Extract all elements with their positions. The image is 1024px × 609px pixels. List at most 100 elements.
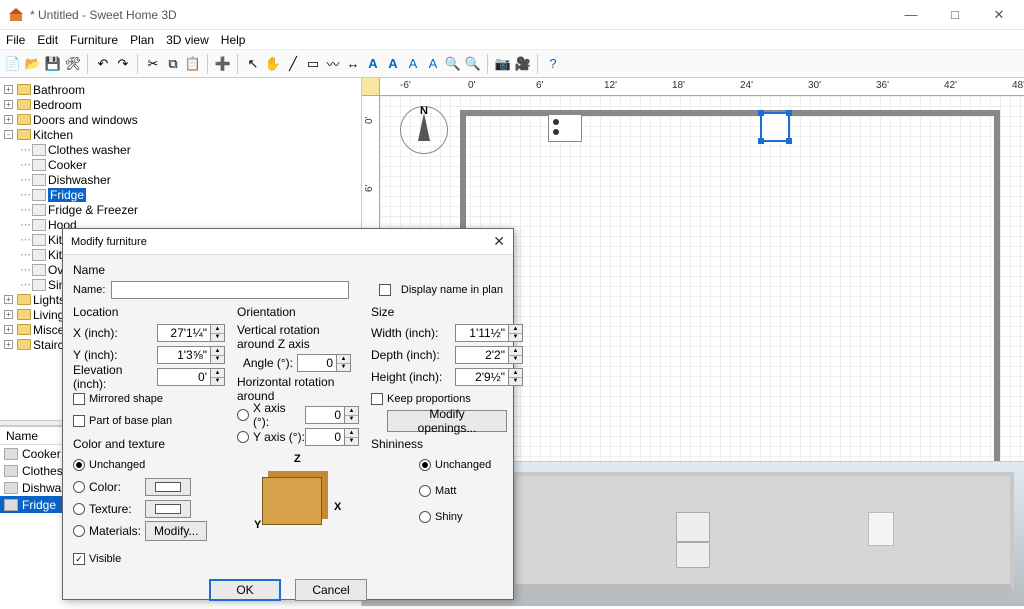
copy-icon[interactable]: ⧉ [164,55,182,73]
text-size-icon[interactable]: A [404,55,422,73]
video-icon[interactable]: 🎥 [514,55,532,73]
catalog-item-clothes-washer[interactable]: ⋯Clothes washer [2,142,359,157]
menu-help[interactable]: Help [221,33,246,47]
y-spinner[interactable]: ▲▼ [211,346,225,364]
cut-icon[interactable]: ✂ [144,55,162,73]
save-icon[interactable]: 💾 [44,55,62,73]
menu-3dview[interactable]: 3D view [166,33,209,47]
depth-input[interactable] [455,346,509,364]
xaxis-radio[interactable] [237,409,249,421]
new-icon[interactable]: 📄 [4,55,22,73]
angle-label: Angle (°): [237,356,297,370]
ok-button[interactable]: OK [209,579,281,601]
width-input[interactable] [455,324,509,342]
texture-label: Texture: [89,502,145,516]
visible-checkbox[interactable]: ✓ [73,553,85,565]
yaxis-radio[interactable] [237,431,249,443]
catalog-item-fridge-freezer[interactable]: ⋯Fridge & Freezer [2,202,359,217]
placed-cooker[interactable] [548,114,582,142]
materials-radio[interactable] [73,525,85,537]
width-spinner[interactable]: ▲▼ [509,324,523,342]
menu-plan[interactable]: Plan [130,33,154,47]
x-spinner[interactable]: ▲▼ [211,324,225,342]
wall-tool-icon[interactable]: ╱ [284,55,302,73]
paste-icon[interactable]: 📋 [184,55,202,73]
xaxis-input[interactable] [305,406,345,424]
yaxis-spinner[interactable]: ▲▼ [345,428,359,446]
catalog-item-dishwasher[interactable]: ⋯Dishwasher [2,172,359,187]
text-bold-icon[interactable]: A [384,55,402,73]
close-button[interactable]: ✕ [986,5,1012,25]
category-bedroom[interactable]: +Bedroom [2,97,359,112]
maximize-button[interactable]: □ [942,5,968,25]
select-tool-icon[interactable]: ↖ [244,55,262,73]
photo-icon[interactable]: 📷 [494,55,512,73]
3d-cooker [676,512,710,542]
baseplan-checkbox[interactable] [73,415,85,427]
toolbar: 📄 📂 💾 🛠 ↶ ↷ ✂ ⧉ 📋 ➕ ↖ ✋ ╱ ▭ 〰 ↔ A A A A … [0,50,1024,78]
text-tool-icon[interactable]: A [364,55,382,73]
depth-spinner[interactable]: ▲▼ [509,346,523,364]
room-tool-icon[interactable]: ▭ [304,55,322,73]
dialog-close-icon[interactable]: ✕ [493,233,505,250]
menu-file[interactable]: File [6,33,25,47]
xaxis-label: X axis (°): [253,401,305,429]
dimension-tool-icon[interactable]: ↔ [344,55,362,73]
keep-proportions-checkbox[interactable] [371,393,383,405]
angle-input[interactable] [297,354,337,372]
elevation-spinner[interactable]: ▲▼ [211,368,225,386]
help-icon[interactable]: ? [544,55,562,73]
catalog-item-cooker[interactable]: ⋯Cooker [2,157,359,172]
zoom-out-icon[interactable]: 🔍 [464,55,482,73]
color-radio[interactable] [73,481,85,493]
menu-edit[interactable]: Edit [37,33,58,47]
menu-bar: File Edit Furniture Plan 3D view Help [0,30,1024,50]
menu-furniture[interactable]: Furniture [70,33,118,47]
selected-fridge[interactable] [760,112,790,142]
x-input[interactable] [157,324,211,342]
preferences-icon[interactable]: 🛠 [64,55,82,73]
height-spinner[interactable]: ▲▼ [509,368,523,386]
dialog-titlebar[interactable]: Modify furniture ✕ [63,229,513,255]
materials-label: Materials: [89,524,145,538]
width-label: Width (inch): [371,326,455,340]
height-input[interactable] [455,368,509,386]
minimize-button[interactable]: — [898,5,924,25]
y-input[interactable] [157,346,211,364]
modify-openings-button[interactable]: Modify openings... [387,410,507,432]
add-furniture-icon[interactable]: ➕ [214,55,232,73]
catalog-item-fridge[interactable]: ⋯Fridge [2,187,359,202]
undo-icon[interactable]: ↶ [94,55,112,73]
display-name-checkbox[interactable] [379,284,391,296]
polyline-tool-icon[interactable]: 〰 [324,55,342,73]
texture-radio[interactable] [73,503,85,515]
angle-spinner[interactable]: ▲▼ [337,354,351,372]
redo-icon[interactable]: ↷ [114,55,132,73]
category-doors-and-windows[interactable]: +Doors and windows [2,112,359,127]
text-large-icon[interactable]: A [424,55,442,73]
shine-unchanged-radio[interactable] [419,459,431,471]
yaxis-label: Y axis (°): [253,430,305,444]
category-kitchen[interactable]: -Kitchen [2,127,359,142]
yaxis-input[interactable] [305,428,345,446]
xaxis-spinner[interactable]: ▲▼ [345,406,359,424]
room-walls[interactable] [460,110,1000,462]
color-unchanged-radio[interactable] [73,459,85,471]
shine-shiny-radio[interactable] [419,511,431,523]
compass-icon[interactable]: N [400,106,448,154]
cancel-button[interactable]: Cancel [295,579,367,601]
mirrored-checkbox[interactable] [73,393,85,405]
color-swatch-button[interactable] [145,478,191,496]
title-bar: * Untitled - Sweet Home 3D — □ ✕ [0,0,1024,30]
elevation-input[interactable] [157,368,211,386]
zoom-in-icon[interactable]: 🔍 [444,55,462,73]
axis-diagram: Z X Y [254,453,342,541]
materials-modify-button[interactable]: Modify... [145,521,207,541]
pan-tool-icon[interactable]: ✋ [264,55,282,73]
shine-matt-radio[interactable] [419,485,431,497]
category-bathroom[interactable]: +Bathroom [2,82,359,97]
open-icon[interactable]: 📂 [24,55,42,73]
name-input[interactable] [111,281,348,299]
3d-fridge [868,512,894,546]
texture-swatch-button[interactable] [145,500,191,518]
